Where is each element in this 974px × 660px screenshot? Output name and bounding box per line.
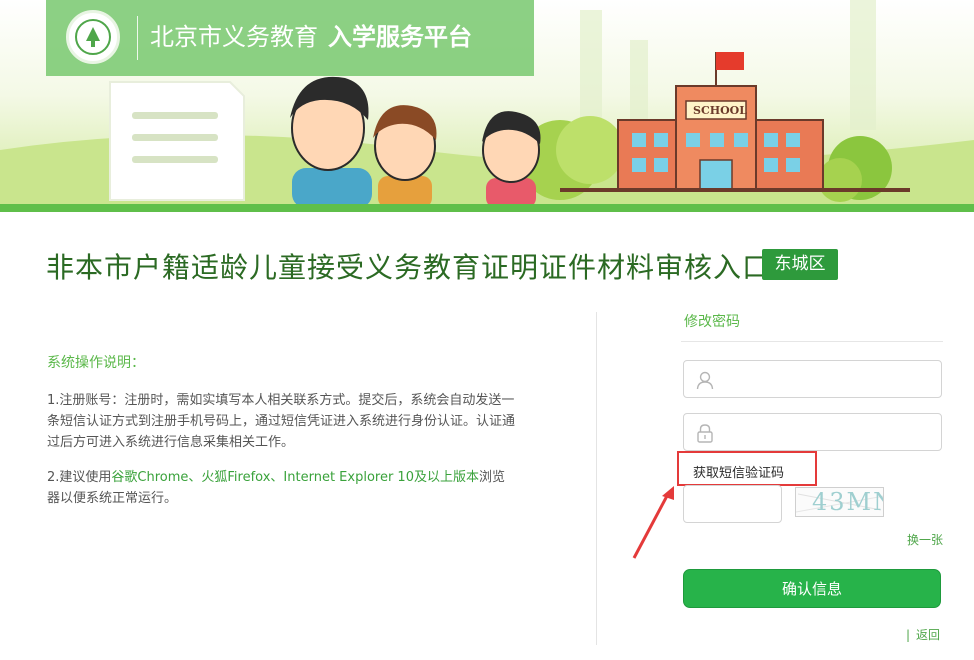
instruction-item-2: 2.建议使用谷歌Chrome、火狐Firefox、Internet Explor… [47,467,517,509]
get-sms-code-button[interactable]: 获取短信验证码 [693,462,784,481]
password-input[interactable] [728,420,932,446]
district-badge: 东城区 [762,249,838,280]
captcha-text: 43MN [812,488,883,516]
form-heading: 修改密码 [684,314,740,330]
username-field[interactable] [683,360,942,398]
instruction-item-1: 1.注册账号：注册时，需如实填写本人相关联系方式。提交后，系统会自动发送一条短信… [47,393,516,450]
document-illustration [109,81,245,201]
logo-emblem-icon [66,10,120,64]
instructions-heading: 系统操作说明： [47,355,145,371]
captcha-image[interactable]: 43MN [795,487,884,517]
platform-header[interactable]: 北京市义务教育 入学服务平台 [46,0,534,76]
platform-region: 北京市义务教育 [150,23,318,51]
platform-title: 北京市义务教育 入学服务平台 [150,20,472,54]
header-banner: SCHOOL 北京市义务教育 入学服务平台 [0,0,974,212]
form-heading-divider [681,341,943,342]
school-sign: SCHOOL [693,104,747,117]
page-title: 非本市户籍适龄儿童接受义务教育证明证件材料审核入口 [46,251,772,284]
captcha-field[interactable] [683,485,782,523]
back-link[interactable]: | 返回 [906,626,940,643]
logo-divider [137,16,138,60]
refresh-captcha-link[interactable]: 换一张 [907,531,943,548]
browser-recommendation: 谷歌Chrome、火狐Firefox、Internet Explorer 10及… [111,470,479,485]
instruction-item-2-prefix: 2.建议使用 [47,470,112,485]
confirm-button[interactable]: 确认信息 [683,569,941,608]
username-input[interactable] [728,367,932,393]
platform-name: 入学服务平台 [328,23,472,51]
lock-icon [697,424,713,443]
back-label[interactable]: 返回 [916,628,940,642]
password-field[interactable] [683,413,942,451]
instructions-panel: 系统操作说明： 1.注册账号：注册时，需如实填写本人相关联系方式。提交后，系统会… [47,352,517,523]
vertical-divider [596,312,597,645]
captcha-input[interactable] [690,489,779,521]
user-icon [696,371,714,390]
back-separator: | [906,628,911,642]
annotation-arrow-icon [632,486,674,559]
